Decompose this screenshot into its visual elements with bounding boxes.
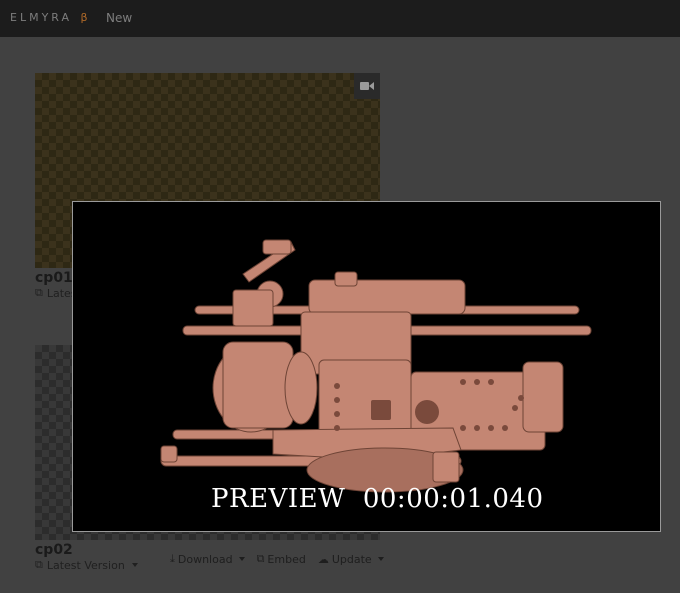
top-navbar: ELMYRA β New [0,0,680,37]
preview-label: PREVIEW [211,484,346,514]
beta-badge: β [80,11,88,24]
timecode-value: 00:00:01.040 [362,484,544,514]
embed-button[interactable]: ⧉ Embed [257,552,306,566]
update-button[interactable]: ☁ Update [318,552,384,566]
update-label: Update [331,552,372,566]
embed-icon: ⧉ [256,552,265,565]
video-badge [354,73,380,99]
embed-label: Embed [267,552,306,566]
cloud-upload-icon: ☁ [317,552,329,566]
timecode-overlay: PREVIEW 00:00:01.040 [211,484,544,514]
chevron-down-icon [377,557,384,561]
brand-logo[interactable]: ELMYRA β [10,11,88,24]
download-button[interactable]: ⤓ Download [170,552,245,566]
new-button[interactable]: New [106,11,132,25]
chevron-down-icon [131,563,138,567]
card-actions: ⤓ Download ⧉ Embed ☁ Update [170,552,384,566]
download-label: Download [177,552,233,566]
versions-icon: ⧉ [35,286,43,299]
version-label: Latest Version [46,558,125,572]
chevron-down-icon [238,557,245,561]
video-camera-icon [360,82,374,90]
preview-modal[interactable]: PREVIEW 00:00:01.040 [72,201,661,532]
download-icon: ⤓ [170,552,175,565]
versions-icon: ⧉ [35,558,43,571]
brand-name: ELMYRA [10,11,73,24]
camera-rig-render [160,239,592,493]
